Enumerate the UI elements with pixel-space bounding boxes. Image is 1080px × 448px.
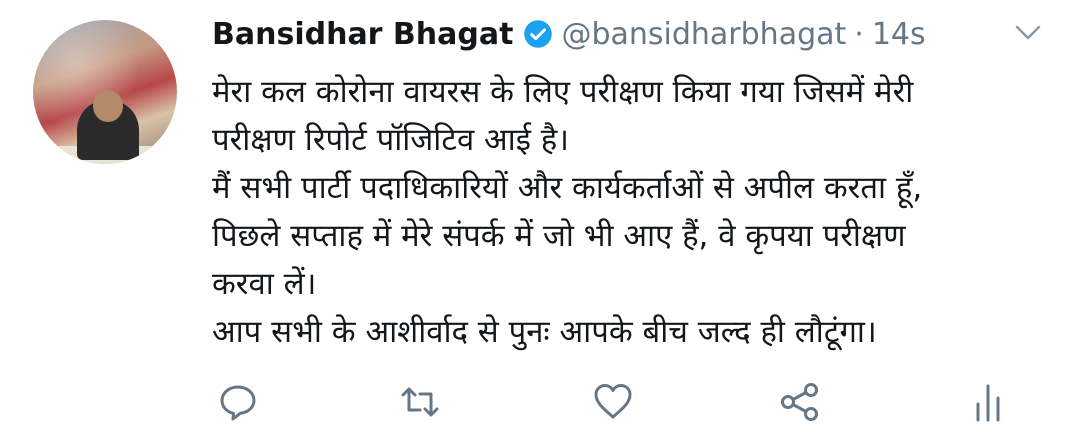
share-icon[interactable]: [778, 380, 822, 424]
timestamp[interactable]: 14s: [872, 17, 926, 52]
tweet-actions: [0, 380, 1080, 428]
tweet-header: Bansidhar Bhagat @bansidharbhagat · 14s: [212, 14, 926, 54]
tweet-line: मैं सभी पार्टी पदाधिकारियों और कार्यकर्त…: [212, 170, 923, 206]
analytics-icon[interactable]: [966, 380, 1010, 424]
chevron-down-icon[interactable]: [1014, 22, 1042, 44]
retweet-icon[interactable]: [398, 380, 442, 424]
tweet-line: करवा लें।: [212, 266, 317, 302]
avatar[interactable]: [33, 20, 177, 164]
tweet-line: आप सभी के आशीर्वाद से पुनः आपके बीच जल्द…: [212, 314, 877, 350]
display-name[interactable]: Bansidhar Bhagat: [212, 17, 513, 52]
tweet-text: मेरा कल कोरोना वायरस के लिए परीक्षण किया…: [212, 68, 1052, 356]
user-handle[interactable]: @bansidharbhagat: [561, 17, 846, 52]
separator-dot: ·: [854, 16, 864, 52]
tweet-line: पिछले सप्ताह में मेरे संपर्क में जो भी आ…: [212, 218, 906, 254]
avatar-head: [93, 90, 123, 122]
reply-icon[interactable]: [216, 380, 260, 424]
tweet-line: परीक्षण रिपोर्ट पॉजिटिव आई है।: [212, 122, 570, 158]
verified-badge-icon: [524, 20, 553, 48]
heart-icon[interactable]: [591, 380, 635, 424]
tweet-line: मेरा कल कोरोना वायरस के लिए परीक्षण किया…: [212, 74, 914, 110]
